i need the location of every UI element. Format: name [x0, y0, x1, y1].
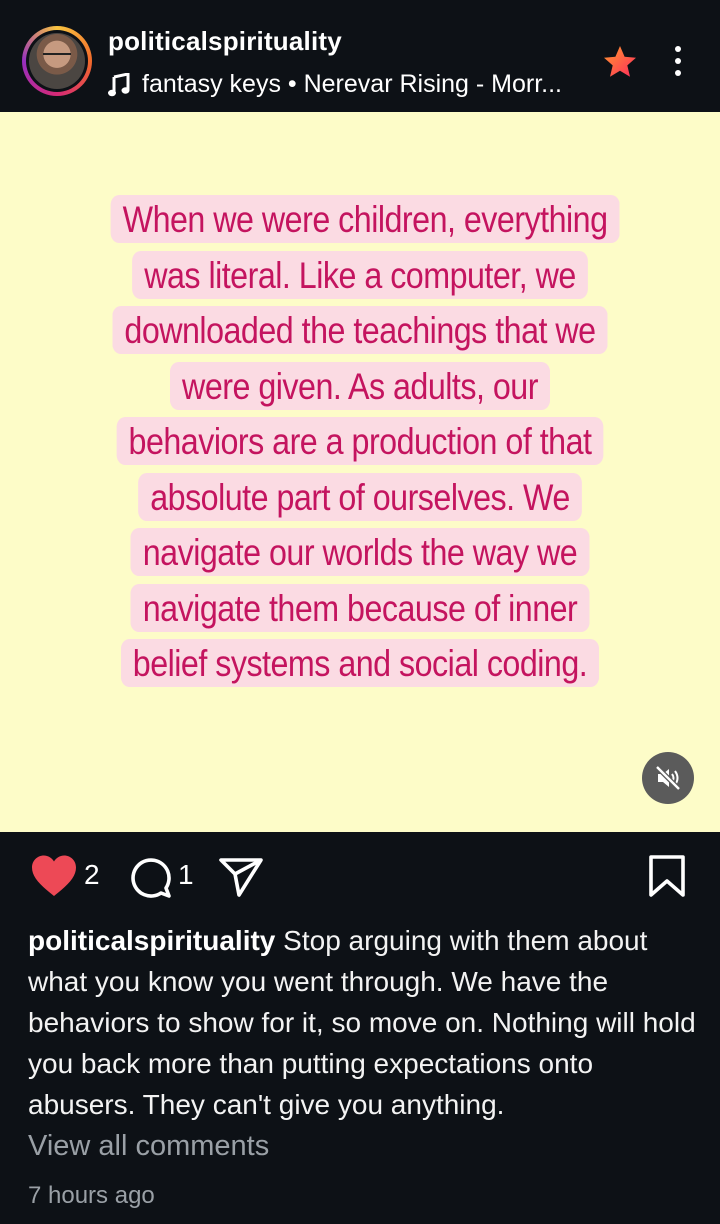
post-header: politicalspirituality fantasy keys • Ner…: [0, 0, 720, 112]
speaker-muted-icon: [655, 765, 681, 791]
post-image[interactable]: When we were children, everything was li…: [0, 112, 720, 832]
quote-text: When we were children, everything was li…: [110, 195, 620, 687]
star-icon[interactable]: [602, 44, 638, 80]
story-ring[interactable]: [22, 26, 92, 96]
post-timestamp: 7 hours ago: [28, 1182, 155, 1209]
audio-track-label: fantasy keys • Nerevar Rising - Morr...: [142, 70, 562, 98]
mute-button[interactable]: [642, 752, 694, 804]
share-icon[interactable]: [218, 856, 264, 898]
avatar[interactable]: [29, 33, 85, 89]
comment-count[interactable]: 1: [178, 859, 194, 891]
heart-icon[interactable]: [30, 854, 78, 898]
action-bar: 2 1: [0, 832, 720, 922]
comment-icon[interactable]: [128, 856, 172, 900]
caption-username[interactable]: politicalspirituality: [28, 925, 275, 956]
quote-text-block: When we were children, everything was li…: [110, 192, 620, 692]
music-note-icon: [108, 72, 130, 96]
caption: politicalspirituality Stop arguing with …: [28, 920, 698, 1125]
audio-track[interactable]: fantasy keys • Nerevar Rising - Morr...: [108, 70, 562, 99]
view-all-comments-link[interactable]: View all comments: [28, 1130, 269, 1163]
post-username[interactable]: politicalspirituality: [108, 26, 342, 57]
bookmark-icon[interactable]: [648, 854, 686, 898]
like-count[interactable]: 2: [84, 859, 100, 891]
more-vertical-icon[interactable]: [668, 46, 688, 80]
